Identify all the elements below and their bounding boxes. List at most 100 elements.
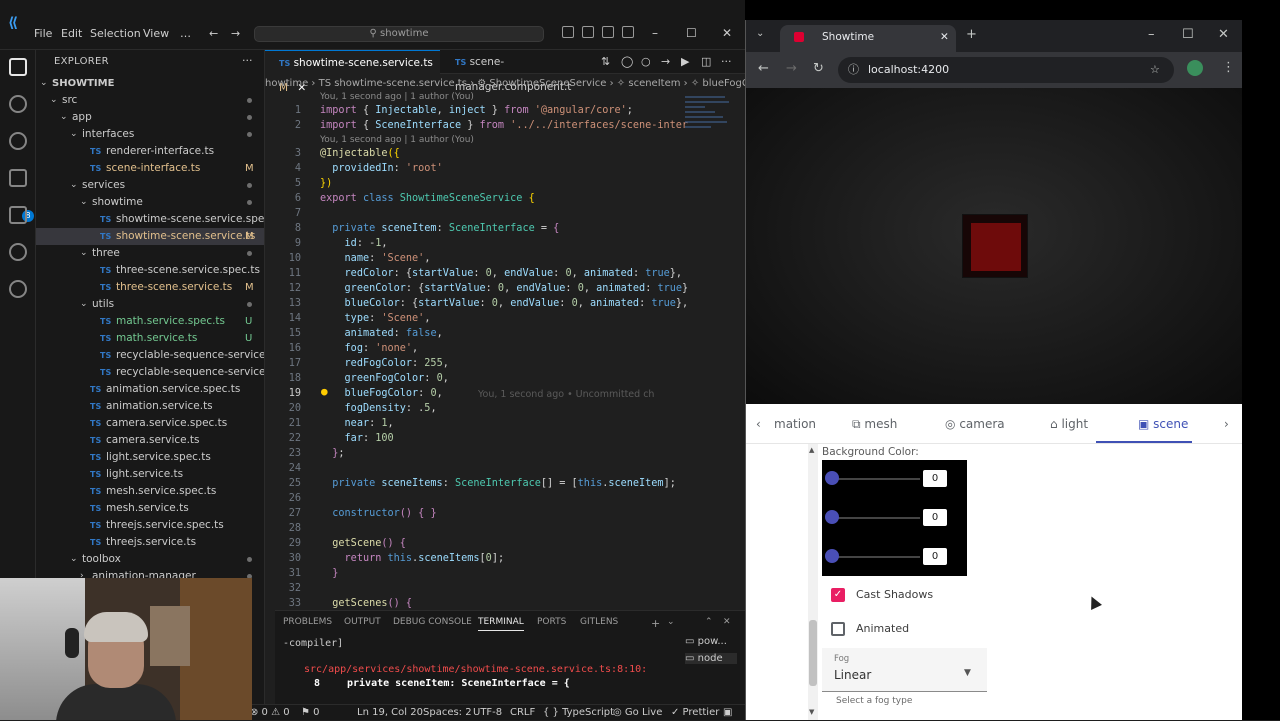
menu-file[interactable]: File [34, 27, 52, 40]
tree-file[interactable]: TS recyclable-sequence-service.service.sp… [36, 347, 264, 364]
tree-folder[interactable]: ⌄ app [36, 109, 264, 126]
tree-folder[interactable]: ⌄ toolbox [36, 551, 264, 568]
scroll-up-icon[interactable]: ▲ [809, 446, 814, 454]
tree-file[interactable]: TS showtime-scene.service.ts M [36, 228, 264, 245]
tab-light[interactable]: ⌂ light [1050, 417, 1088, 431]
settings-scrollbar[interactable]: ▲ ▼ [808, 444, 818, 720]
maximize-icon[interactable]: ☐ [686, 26, 697, 40]
tree-file[interactable]: TS math.service.spec.ts U [36, 313, 264, 330]
timeline-icon[interactable]: ◯ [621, 55, 633, 68]
fog-select[interactable]: Fog Linear ▼ [822, 648, 987, 692]
animated-checkbox[interactable] [831, 622, 845, 636]
tree-folder[interactable]: ⌄ interfaces [36, 126, 264, 143]
close-window-icon[interactable]: ✕ [1218, 27, 1229, 42]
site-info-icon[interactable]: ⓘ [848, 57, 859, 83]
tree-file[interactable]: TS three-scene.service.ts M [36, 279, 264, 296]
more-actions-icon[interactable]: ··· [721, 55, 732, 68]
tab-gitlens[interactable]: GITLENS [580, 617, 618, 627]
tree-file[interactable]: TS threejs.service.ts [36, 534, 264, 551]
cast-shadows-checkbox[interactable]: ✓ [831, 588, 845, 602]
language-mode[interactable]: { } TypeScript [543, 705, 614, 721]
encoding[interactable]: UTF-8 [473, 705, 502, 721]
scrollbar-thumb[interactable] [809, 620, 817, 686]
scroll-right-icon[interactable]: › [1224, 417, 1229, 431]
cursor-position[interactable]: Ln 19, Col 20 [357, 705, 423, 721]
tree-folder[interactable]: ⌄ showtime [36, 194, 264, 211]
new-terminal-icon[interactable]: + [651, 617, 660, 630]
line-ending[interactable]: CRLF [510, 705, 535, 721]
toggle-panel-icon[interactable] [582, 26, 594, 38]
tree-file[interactable]: TS threejs.service.spec.ts [36, 517, 264, 534]
blue-value[interactable]: 0 [923, 548, 947, 565]
green-value[interactable]: 0 [923, 509, 947, 526]
blue-slider-track[interactable] [832, 556, 920, 558]
back-arrow-icon[interactable]: ← [209, 27, 218, 40]
reload-icon[interactable]: ↻ [813, 61, 824, 76]
forward-icon[interactable]: → [786, 61, 797, 76]
menu-selection[interactable]: Selection [90, 27, 141, 40]
previous-change-icon[interactable]: ○ [641, 55, 651, 68]
tree-file[interactable]: TS recyclable-sequence-service.service.ts [36, 364, 264, 381]
tree-folder[interactable]: ⌄ utils [36, 296, 264, 313]
green-slider-thumb[interactable] [825, 510, 839, 524]
tab-showtime-scene-service[interactable]: TS showtime-scene.service.ts M ✕ [265, 50, 440, 94]
new-tab-icon[interactable]: + [966, 27, 977, 42]
back-icon[interactable]: ← [758, 61, 769, 76]
green-slider-track[interactable] [832, 517, 920, 519]
tab-debug-console[interactable]: DEBUG CONSOLE [393, 617, 472, 627]
code-editor[interactable]: You, 1 second ago | 1 author (You) 1 impo… [265, 92, 745, 609]
blue-slider-thumb[interactable] [825, 549, 839, 563]
toggle-sidebar-icon[interactable] [562, 26, 574, 38]
menu-more[interactable]: … [180, 27, 191, 40]
toggle-secondary-sidebar-icon[interactable] [602, 26, 614, 38]
chevron-down-icon[interactable]: ⌄ [667, 617, 675, 627]
red-slider-thumb[interactable] [825, 471, 839, 485]
tree-folder[interactable]: ⌄ three [36, 245, 264, 262]
forward-arrow-icon[interactable]: → [231, 27, 240, 40]
scroll-down-icon[interactable]: ▼ [809, 708, 814, 716]
tree-file[interactable]: TS mesh.service.spec.ts [36, 483, 264, 500]
go-live-button[interactable]: ◎ Go Live [613, 705, 662, 721]
indent-setting[interactable]: Spaces: 2 [423, 705, 472, 721]
profile-avatar[interactable] [1187, 60, 1203, 76]
notifications-icon[interactable]: ▣ [723, 705, 732, 721]
menu-edit[interactable]: Edit [61, 27, 82, 40]
codelens-author[interactable]: You, 1 second ago | 1 author (You) [320, 135, 474, 145]
tree-file[interactable]: TS renderer-interface.ts [36, 143, 264, 160]
tab-scene[interactable]: ▣ scene [1138, 417, 1188, 431]
close-tab-icon[interactable]: ✕ [940, 25, 949, 49]
scroll-left-icon[interactable]: ‹ [756, 417, 761, 431]
tree-file[interactable]: TS scene-interface.ts M [36, 160, 264, 177]
project-root[interactable]: ⌄ SHOWTIME [36, 75, 264, 92]
run-debug-icon[interactable] [9, 169, 27, 187]
close-panel-icon[interactable]: ✕ [723, 617, 731, 627]
run-icon[interactable]: ▶ [681, 55, 689, 68]
tab-output[interactable]: OUTPUT [344, 617, 381, 627]
tree-folder[interactable]: ⌄ services [36, 177, 264, 194]
codelens-author[interactable]: You, 1 second ago | 1 author (You) [320, 92, 474, 102]
lightbulb-icon[interactable]: ● [321, 385, 328, 398]
tree-file[interactable]: TS animation.service.ts [36, 398, 264, 415]
tree-file[interactable]: TS mesh.service.ts [36, 500, 264, 517]
address-bar[interactable]: ⓘ localhost:4200 ☆ [838, 57, 1174, 83]
tree-file[interactable]: TS light.service.ts [36, 466, 264, 483]
source-control-icon[interactable] [9, 132, 27, 150]
search-icon[interactable] [9, 95, 27, 113]
red-value[interactable]: 0 [923, 470, 947, 487]
tree-file[interactable]: TS three-scene.service.spec.ts [36, 262, 264, 279]
tab-ports[interactable]: PORTS [537, 617, 566, 627]
tree-file[interactable]: TS math.service.ts U [36, 330, 264, 347]
tree-file[interactable]: TS camera.service.spec.ts [36, 415, 264, 432]
tree-file[interactable]: TS animation.service.spec.ts [36, 381, 264, 398]
minimize-icon[interactable]: – [652, 26, 658, 40]
remote-explorer-icon[interactable] [9, 243, 27, 261]
customize-layout-icon[interactable] [622, 26, 634, 38]
tab-animation[interactable]: mation [774, 417, 816, 431]
open-changes-icon[interactable]: ⇅ [601, 55, 610, 68]
tree-file[interactable]: TS showtime-scene.service.spec.ts [36, 211, 264, 228]
minimap[interactable] [685, 92, 735, 172]
tab-terminal[interactable]: TERMINAL [478, 617, 524, 631]
close-window-icon[interactable]: ✕ [722, 26, 732, 40]
minimize-icon[interactable]: – [1148, 27, 1155, 42]
extensions-icon[interactable] [9, 206, 27, 224]
